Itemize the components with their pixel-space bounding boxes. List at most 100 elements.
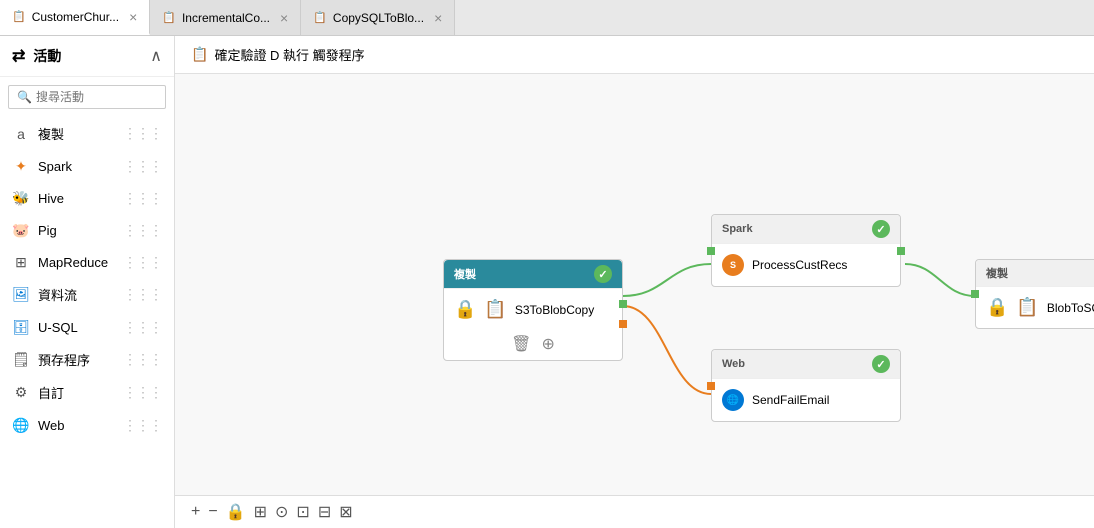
status-check-web: ✓ (872, 355, 890, 373)
custom-icon: ⚙ (12, 384, 30, 402)
main-layout: ⇄ 活動 ∧ 🔍 a 複製 ⋮⋮⋮ ✦ Spark ⋮⋮⋮ 🐝 (0, 36, 1094, 528)
stored-icon: 🗒 (12, 351, 30, 369)
canvas-toolbar: + − 🔒 ⊞ ⊙ ⊡ ⊟ ⊠ (175, 495, 1094, 528)
blobcopy-body-icon: 🔒 (986, 297, 1008, 318)
connectors-svg (175, 74, 1094, 495)
sidebar-item-label-stored: 預存程序 (38, 350, 90, 369)
tab-customchurn[interactable]: 📋 CustomerChur... × (0, 0, 150, 35)
sidebar-item-dataflow[interactable]: 🖼 資料流 ⋮⋮⋮ (0, 278, 174, 311)
sidebar-item-mapreduce[interactable]: ⊞ MapReduce ⋮⋮⋮ (0, 246, 174, 278)
zoom-in-button[interactable]: + (191, 503, 200, 521)
node-s3copy-label: S3ToBlobCopy (515, 303, 594, 317)
breadcrumb-icon: 📋 (191, 46, 208, 63)
layout-button[interactable]: ⊟ (318, 502, 331, 522)
tab-close-3[interactable]: × (434, 11, 442, 25)
tab-close-2[interactable]: × (280, 11, 288, 25)
hive-icon: 🐝 (12, 189, 30, 207)
sidebar-item-pig[interactable]: 🐷 Pig ⋮⋮⋮ (0, 214, 174, 246)
search-input[interactable] (36, 90, 157, 104)
drag-handle-mapreduce: ⋮⋮⋮ (123, 254, 162, 271)
tab-label-1: CustomerChur... (32, 10, 119, 24)
node-spark[interactable]: Spark ✓ S ProcessCustRecs (711, 214, 901, 287)
zoom-out-button[interactable]: − (208, 503, 217, 521)
sidebar-item-custom[interactable]: ⚙ 自訂 ⋮⋮⋮ (0, 376, 174, 409)
sidebar-item-web[interactable]: 🌐 Web ⋮⋮⋮ (0, 409, 174, 441)
settings-button[interactable]: ⊠ (339, 502, 352, 522)
sidebar-item-label-spark: Spark (38, 159, 72, 174)
port-right-fail-s3copy (619, 320, 627, 328)
drag-handle-spark: ⋮⋮⋮ (123, 158, 162, 175)
node-blobcopy-label: BlobToSQLDWCopy (1047, 301, 1094, 315)
node-spark-header: Spark ✓ (712, 215, 900, 244)
pipeline-canvas[interactable]: 複製 ✓ 🔒 📋 S3ToBlobCopy 🗑 ⊕ (175, 74, 1094, 495)
status-check-spark: ✓ (872, 220, 890, 238)
node-web-body: 🌐 SendFailEmail (712, 379, 900, 421)
grid-button[interactable]: ⊞ (254, 502, 267, 522)
sidebar-title: ⇄ 活動 (12, 46, 61, 66)
delete-button-s3copy[interactable]: 🗑 (511, 334, 531, 354)
search-box[interactable]: 🔍 (8, 85, 166, 109)
web-logo: 🌐 (722, 389, 744, 411)
fit-button[interactable]: ⊙ (275, 502, 288, 522)
drag-handle-web: ⋮⋮⋮ (123, 417, 162, 434)
tab-bar: 📋 CustomerChur... × 📋 IncrementalCo... ×… (0, 0, 1094, 36)
node-blobcopy-body: 🔒 📋 BlobToSQLDWCopy (976, 287, 1094, 328)
node-s3copy-actions: 🗑 ⊕ (444, 330, 622, 360)
web-icon: 🌐 (12, 416, 30, 434)
sidebar-item-label-hive: Hive (38, 191, 64, 206)
sidebar-item-label-mapreduce: MapReduce (38, 255, 108, 270)
search-icon: 🔍 (17, 90, 32, 104)
lock-button[interactable]: 🔒 (226, 502, 246, 522)
sidebar-item-label-copy: 複製 (38, 124, 64, 143)
breadcrumb-text: 確定驗證 D 執行 觸發程序 (214, 45, 364, 64)
node-web-title: Web (722, 358, 745, 370)
drag-handle-usql: ⋮⋮⋮ (123, 319, 162, 336)
node-web-label: SendFailEmail (752, 393, 829, 407)
blobcopy-body-icon2: 📋 (1016, 297, 1038, 318)
node-spark-body: S ProcessCustRecs (712, 244, 900, 286)
pig-icon: 🐷 (12, 221, 30, 239)
usql-icon: 🗄 (12, 318, 30, 336)
sidebar-item-stored[interactable]: 🗒 預存程序 ⋮⋮⋮ (0, 343, 174, 376)
node-web[interactable]: Web ✓ 🌐 SendFailEmail (711, 349, 901, 422)
share-icon: ⇄ (12, 46, 25, 66)
sidebar-title-text: 活動 (33, 46, 61, 66)
sidebar: ⇄ 活動 ∧ 🔍 a 複製 ⋮⋮⋮ ✦ Spark ⋮⋮⋮ 🐝 (0, 36, 175, 528)
spark-logo: S (722, 254, 744, 276)
sidebar-item-label-pig: Pig (38, 223, 57, 238)
sidebar-item-label-dataflow: 資料流 (38, 285, 77, 304)
s3copy-body-icon: 🔒 (454, 299, 476, 320)
tab-label-2: IncrementalCo... (182, 11, 270, 25)
port-right-success-s3copy (619, 300, 627, 308)
tab-incremental[interactable]: 📋 IncrementalCo... × (150, 0, 301, 35)
drag-handle-stored: ⋮⋮⋮ (123, 351, 162, 368)
node-web-header: Web ✓ (712, 350, 900, 379)
node-s3copy-body: 🔒 📋 S3ToBlobCopy (444, 289, 622, 330)
port-left-web (707, 382, 715, 390)
sidebar-item-label-web: Web (38, 418, 65, 433)
add-button-s3copy[interactable]: ⊕ (541, 334, 554, 354)
sidebar-item-hive[interactable]: 🐝 Hive ⋮⋮⋮ (0, 182, 174, 214)
drag-handle-copy: ⋮⋮⋮ (123, 125, 162, 142)
tab-close-1[interactable]: × (129, 10, 137, 24)
node-spark-title: Spark (722, 223, 753, 235)
node-blobcopy[interactable]: 複製 ! 🔒 📋 BlobToSQLDWCopy (975, 259, 1094, 329)
port-left-blobcopy (971, 290, 979, 298)
node-blobcopy-header: 複製 ! (976, 260, 1094, 287)
node-s3copy-header: 複製 ✓ (444, 260, 622, 289)
node-s3copy-title: 複製 (454, 266, 476, 282)
drag-handle-dataflow: ⋮⋮⋮ (123, 286, 162, 303)
drag-handle-custom: ⋮⋮⋮ (123, 384, 162, 401)
sidebar-header: ⇄ 活動 ∧ (0, 36, 174, 77)
drag-handle-hive: ⋮⋮⋮ (123, 190, 162, 207)
expand-button[interactable]: ⊡ (296, 502, 309, 522)
sidebar-item-label-custom: 自訂 (38, 383, 64, 402)
sidebar-item-copy[interactable]: a 複製 ⋮⋮⋮ (0, 117, 174, 150)
sidebar-item-label-usql: U-SQL (38, 320, 78, 335)
status-check-s3copy: ✓ (594, 265, 612, 283)
sidebar-item-usql[interactable]: 🗄 U-SQL ⋮⋮⋮ (0, 311, 174, 343)
node-s3copy[interactable]: 複製 ✓ 🔒 📋 S3ToBlobCopy 🗑 ⊕ (443, 259, 623, 361)
sidebar-item-spark[interactable]: ✦ Spark ⋮⋮⋮ (0, 150, 174, 182)
tab-copysql[interactable]: 📋 CopySQLToBlo... × (301, 0, 455, 35)
collapse-button[interactable]: ∧ (150, 46, 162, 66)
